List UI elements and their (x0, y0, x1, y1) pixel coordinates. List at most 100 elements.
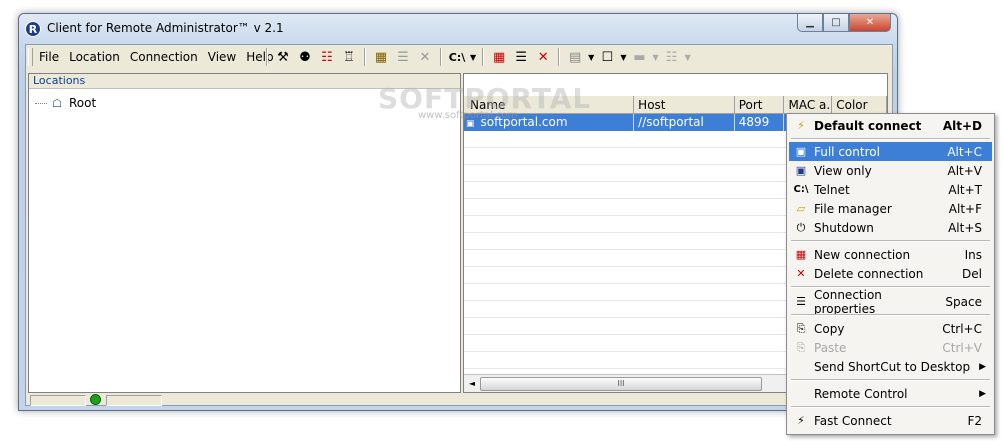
toolbar-separator (440, 48, 442, 66)
grid-icon[interactable]: ▤ (566, 48, 584, 66)
menu-location[interactable]: Location (64, 50, 125, 64)
properties-icon[interactable]: ☰ (394, 48, 412, 66)
maximize-button[interactable]: □ (823, 14, 849, 32)
menu-item-new-connection[interactable]: ▦ New connection Ins (789, 245, 992, 264)
menu-item-label: Default connect (814, 118, 922, 133)
column-header-port[interactable]: Port (734, 96, 785, 114)
menubar: File Location Connection View Help ⚒ ⚉ ☷… (26, 45, 892, 69)
menu-item-label: Copy (814, 321, 845, 336)
monitor-view-icon: ▣ (795, 164, 807, 177)
watermark-url: www.softportal.com (418, 110, 518, 121)
scan-network-icon[interactable]: ☷ (318, 48, 336, 66)
menu-item-full-control[interactable]: ▣ Full control Alt+C (789, 142, 992, 161)
menu-item-paste: ⎘ Paste Ctrl+V (789, 338, 992, 357)
menu-item-default-connect[interactable]: ⚡ Default connect Alt+D (789, 116, 992, 135)
menu-item-delete-connection[interactable]: ✕ Delete connection Del (789, 264, 992, 283)
toolbar-separator (558, 48, 561, 66)
menu-item-file-manager[interactable]: ▱ File manager Alt+F (789, 199, 992, 218)
new-connection-icon[interactable]: ▦ (372, 48, 390, 66)
menu-item-shortcut: Alt+D (942, 118, 982, 133)
connection-status-icon (90, 394, 101, 405)
minimize-button[interactable]: ▁ (797, 14, 823, 32)
binoculars-icon[interactable]: ⚉ (296, 48, 314, 66)
cell-port: 4899 (735, 114, 785, 131)
menu-item-view-only[interactable]: ▣ View only Alt+V (789, 161, 992, 180)
menu-item-label: Shutdown (814, 220, 874, 235)
menu-view[interactable]: View (203, 50, 241, 64)
paste-icon: ⎘ (796, 340, 806, 354)
column-header-mac[interactable]: MAC a... (784, 96, 833, 114)
menu-item-shortcut: Ctrl+C (942, 321, 982, 336)
locations-panel: Locations ☖ Root (28, 73, 461, 393)
plug-icon: ⏻ (796, 220, 806, 234)
status-bar (28, 394, 888, 406)
new-conn-icon[interactable]: ▦ (490, 48, 508, 66)
menu-item-shortcut: Alt+F (948, 201, 982, 216)
view-dropdown-icon[interactable]: ▼ (620, 53, 626, 62)
grid-dropdown-icon[interactable]: ▼ (588, 53, 594, 62)
network-icon: ☖ (52, 96, 62, 110)
align-dropdown-icon: ▼ (684, 52, 691, 62)
tree-item-root[interactable]: ☖ Root (35, 96, 96, 110)
telnet-icon: C:\ (793, 184, 809, 195)
menu-item-shortcut: Alt+C (947, 144, 982, 159)
telnet-dropdown-icon[interactable]: ▼ (470, 53, 476, 62)
menu-item-telnet[interactable]: C:\ Telnet Alt+T (789, 180, 992, 199)
toolbar-separator (266, 48, 268, 66)
menu-item-copy[interactable]: ⎘ Copy Ctrl+C (789, 319, 992, 338)
app-logo-icon: R (25, 21, 41, 37)
scroll-thumb[interactable]: III (480, 377, 762, 391)
align-icon: ☷ (665, 49, 678, 65)
menu-file[interactable]: File (34, 50, 64, 64)
menu-separator (791, 314, 990, 316)
properties-icon: ☰ (796, 295, 806, 308)
window-title: Client for Remote Administrator™ v 2.1 (47, 21, 284, 35)
menu-item-shortcut: Space (945, 294, 982, 309)
menu-item-label: Send ShortCut to Desktop (814, 359, 971, 374)
blank-icon (791, 386, 811, 402)
menu-connection[interactable]: Connection (125, 50, 203, 64)
caption-buttons: ▁ □ ✕ (797, 14, 891, 34)
menu-item-label: File manager (814, 201, 892, 216)
edit-icon[interactable]: ☰ (512, 48, 530, 66)
submenu-arrow-icon: ▶ (979, 361, 986, 372)
toolbar-separator (482, 48, 485, 66)
delete-red-icon[interactable]: ✕ (534, 48, 552, 66)
menu-item-label: View only (814, 163, 872, 178)
tools-icon[interactable]: ⚒ (274, 48, 292, 66)
lightning-icon: ⚡ (797, 119, 805, 132)
menu-item-label: Remote Control (814, 386, 908, 401)
menu-item-label: Connection properties (814, 287, 882, 316)
menu-item-shortcut: Ctrl+V (942, 340, 982, 355)
move-icon: ▬ (633, 49, 646, 65)
menu-item-shortcut: Alt+V (947, 163, 982, 178)
menu-item-remote-control[interactable]: Remote Control ▶ (789, 384, 992, 403)
menu-item-fast-connect[interactable]: ⚡ Fast Connect F2 (789, 411, 992, 430)
menu-separator (791, 379, 990, 381)
title-bar[interactable]: R Client for Remote Administrator™ v 2.1… (19, 14, 897, 42)
shutdown-network-icon[interactable]: ♖ (340, 48, 358, 66)
menu-item-send-shortcut[interactable]: Send ShortCut to Desktop ▶ (789, 357, 992, 376)
close-button[interactable]: ✕ (849, 14, 891, 32)
scroll-left-arrow-icon[interactable]: ◄ (465, 377, 479, 390)
tree-connector (35, 102, 47, 104)
menu-item-shutdown[interactable]: ⏻ Shutdown Alt+S (789, 218, 992, 237)
delete-x-icon: ✕ (796, 267, 806, 280)
copy-icon: ⎘ (796, 321, 806, 335)
telnet-icon[interactable]: C:\ (448, 48, 466, 66)
main-window: R Client for Remote Administrator™ v 2.1… (18, 13, 898, 411)
move-dropdown-icon: ▼ (652, 52, 659, 62)
menu-item-label: Telnet (814, 182, 850, 197)
menu-separator (791, 240, 990, 242)
view-icon[interactable]: ☐ (598, 48, 616, 66)
menubar-grip[interactable] (28, 48, 33, 66)
delete-icon[interactable]: ✕ (416, 48, 434, 66)
menu-item-label: Full control (814, 144, 880, 159)
column-header-color[interactable]: Color (832, 96, 887, 114)
column-header-host[interactable]: Host (634, 96, 735, 114)
monitor-icon: ▣ (795, 145, 807, 158)
toolbar-separator (364, 48, 366, 66)
menu-item-connection-properties[interactable]: ☰ Connection properties Space (789, 288, 992, 316)
menu-item-label: New connection (814, 247, 911, 262)
folder-icon: ▱ (796, 202, 806, 215)
